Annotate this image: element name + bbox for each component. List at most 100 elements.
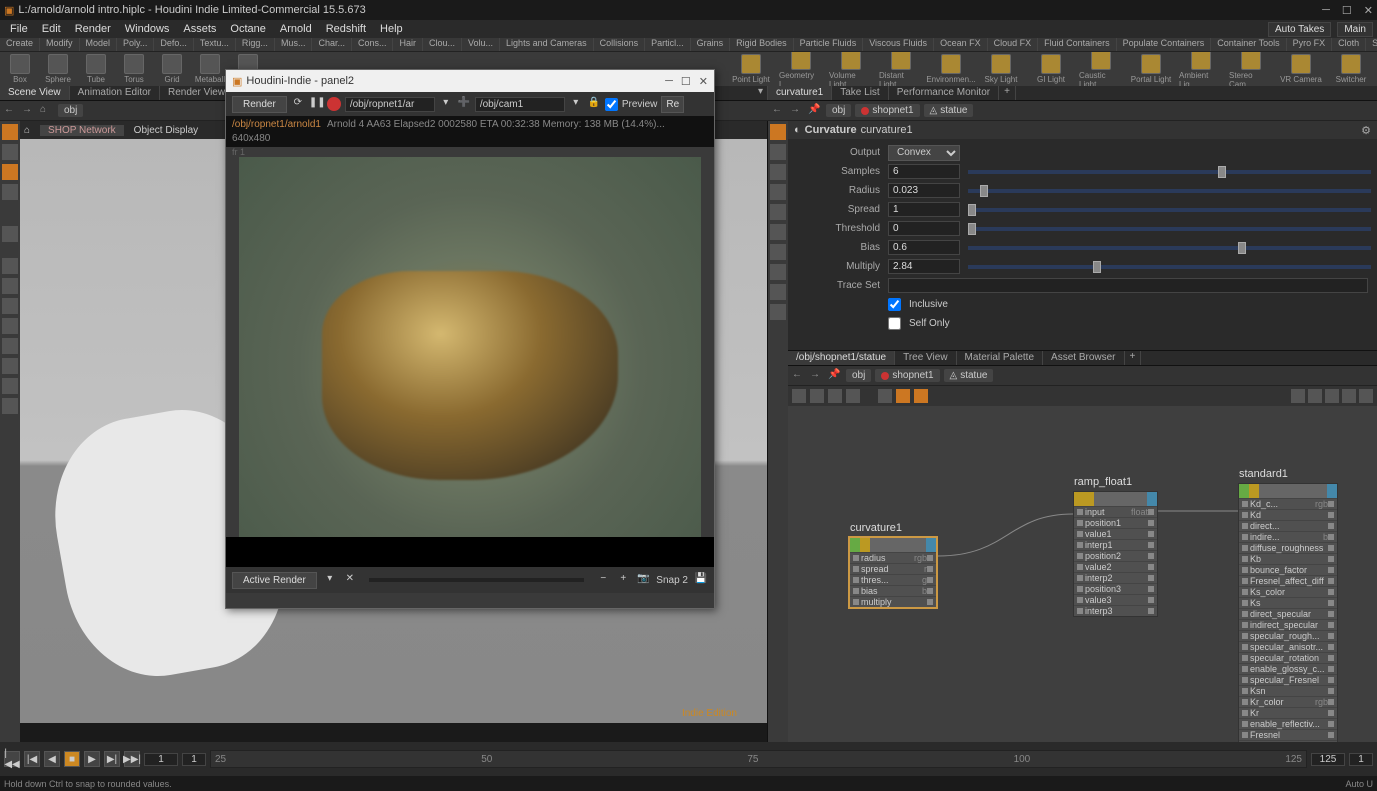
zoom-in-icon[interactable]: + bbox=[616, 573, 630, 587]
nav-fwd-icon[interactable]: → bbox=[790, 104, 804, 118]
node-param-row[interactable]: direct_specular bbox=[1239, 608, 1337, 619]
menu-arnold[interactable]: Arnold bbox=[274, 22, 318, 36]
shelf-light-tool[interactable]: Environmen... bbox=[929, 54, 973, 84]
shelf-tab[interactable]: Textu... bbox=[194, 38, 236, 51]
node-param-row[interactable]: interp2 bbox=[1074, 572, 1157, 583]
param-selfonly-checkbox[interactable] bbox=[888, 317, 901, 330]
close-render-icon[interactable]: ✕ bbox=[343, 573, 357, 587]
param-radius-slider[interactable] bbox=[968, 189, 1371, 193]
shelf-tool-box[interactable]: Box bbox=[4, 54, 36, 84]
node-param-row[interactable]: interp1 bbox=[1074, 539, 1157, 550]
nav-back-icon[interactable]: ← bbox=[772, 104, 786, 118]
shelf-tool-icon[interactable] bbox=[2, 358, 18, 374]
shelf-tab[interactable]: Rigg... bbox=[236, 38, 275, 51]
shelf-light-tool[interactable]: Point Light bbox=[729, 54, 773, 84]
pin-icon[interactable]: 📌 bbox=[828, 369, 842, 383]
node-ramp-float[interactable]: ramp_float1 inputfloatposition1value1int… bbox=[1073, 491, 1158, 617]
node-param-row[interactable]: specular_anisotr... bbox=[1239, 641, 1337, 652]
close-icon[interactable]: ✕ bbox=[699, 75, 708, 88]
node-param-row[interactable]: Kr_colorrgb bbox=[1239, 696, 1337, 707]
pin-icon[interactable]: 📌 bbox=[808, 104, 822, 118]
camera-path-input[interactable] bbox=[475, 97, 565, 112]
pane-controls-icon[interactable]: ▾ bbox=[754, 86, 768, 100]
display-option-icon[interactable] bbox=[770, 164, 786, 180]
shelf-tool-tube[interactable]: Tube bbox=[80, 54, 112, 84]
shelf-tab[interactable]: Solid bbox=[1366, 38, 1377, 51]
node-param-row[interactable]: position3 bbox=[1074, 583, 1157, 594]
tab-render-view[interactable]: Render View bbox=[160, 86, 234, 100]
node-param-row[interactable]: value2 bbox=[1074, 561, 1157, 572]
net-grid-icon[interactable] bbox=[828, 389, 842, 403]
param-radius-input[interactable] bbox=[888, 183, 960, 198]
node-param-row[interactable]: value3 bbox=[1074, 594, 1157, 605]
shelf-tool-icon[interactable] bbox=[2, 278, 18, 294]
take-main-button[interactable]: Main bbox=[1337, 22, 1373, 37]
menu-file[interactable]: File bbox=[4, 22, 34, 36]
display-option-icon[interactable] bbox=[770, 224, 786, 240]
shelf-tool-icon[interactable] bbox=[2, 164, 18, 180]
nav-house-icon[interactable]: ⌂ bbox=[40, 104, 54, 118]
menu-edit[interactable]: Edit bbox=[36, 22, 67, 36]
dropdown-icon[interactable]: ▾ bbox=[569, 97, 583, 111]
first-frame-icon[interactable]: |◀◀ bbox=[4, 751, 20, 767]
shelf-tab[interactable]: Cloud FX bbox=[988, 38, 1039, 51]
shelf-light-tool[interactable]: Switcher bbox=[1329, 54, 1373, 84]
shelf-light-tool[interactable]: Sky Light bbox=[979, 54, 1023, 84]
shelf-tab[interactable]: Clou... bbox=[423, 38, 462, 51]
param-output-select[interactable]: Convex bbox=[888, 145, 960, 161]
shelf-light-tool[interactable]: GI Light bbox=[1029, 54, 1073, 84]
shelf-tool-icon[interactable] bbox=[2, 144, 18, 160]
node-param-row[interactable]: Ks bbox=[1239, 597, 1337, 608]
shelf-tab[interactable]: Model bbox=[80, 38, 118, 51]
shelf-tool-icon[interactable] bbox=[2, 338, 18, 354]
shelf-tab[interactable]: Lights and Cameras bbox=[500, 38, 594, 51]
shelf-tab[interactable]: Rigid Bodies bbox=[730, 38, 794, 51]
shelf-tab[interactable]: Pyro FX bbox=[1287, 38, 1333, 51]
node-param-row[interactable]: specular_rotation bbox=[1239, 652, 1337, 663]
play-back-icon[interactable]: ◀ bbox=[44, 751, 60, 767]
shelf-tab[interactable]: Viscous Fluids bbox=[863, 38, 934, 51]
node-param-row[interactable]: Kd_c...rgb bbox=[1239, 498, 1337, 509]
param-bias-slider[interactable] bbox=[968, 246, 1371, 250]
display-option-icon[interactable] bbox=[770, 264, 786, 280]
shelf-tool-grid[interactable]: Grid bbox=[156, 54, 188, 84]
tab-network-path[interactable]: /obj/shopnet1/statue bbox=[788, 351, 895, 365]
shelf-tab[interactable]: Grains bbox=[691, 38, 731, 51]
param-traceset-input[interactable] bbox=[888, 278, 1368, 293]
node-param-row[interactable]: Ks_color bbox=[1239, 586, 1337, 597]
tab-curvature[interactable]: curvature1 bbox=[768, 86, 832, 100]
shelf-light-tool[interactable]: VR Camera bbox=[1279, 54, 1323, 84]
close-icon[interactable]: ✕ bbox=[1364, 4, 1373, 17]
net-opt-icon[interactable] bbox=[1342, 389, 1356, 403]
shelf-tool-icon[interactable] bbox=[2, 258, 18, 274]
menu-help[interactable]: Help bbox=[374, 22, 409, 36]
refresh-icon[interactable]: ⟳ bbox=[291, 97, 305, 111]
net-sticky-icon[interactable] bbox=[896, 389, 910, 403]
shelf-tool-sphere[interactable]: Sphere bbox=[42, 54, 74, 84]
param-samples-input[interactable] bbox=[888, 164, 960, 179]
end-frame-input[interactable] bbox=[1311, 753, 1345, 766]
node-param-row[interactable]: specular_Fresnel bbox=[1239, 674, 1337, 685]
shelf-tool-metaball[interactable]: Metaball bbox=[194, 54, 226, 84]
node-param-row[interactable]: Fresnel bbox=[1239, 729, 1337, 740]
shelf-tool-icon[interactable] bbox=[2, 298, 18, 314]
magnet-icon[interactable] bbox=[2, 378, 18, 394]
shelf-select-icon[interactable] bbox=[2, 124, 18, 140]
rop-path-input[interactable] bbox=[345, 97, 435, 112]
shelf-tab[interactable]: Defo... bbox=[154, 38, 194, 51]
param-multiply-slider[interactable] bbox=[968, 265, 1371, 269]
net-list-icon[interactable] bbox=[792, 389, 806, 403]
node-param-row[interactable]: diffuse_roughness bbox=[1239, 542, 1337, 553]
minimize-icon[interactable]: ─ bbox=[1322, 4, 1330, 17]
tab-asset-browser[interactable]: Asset Browser bbox=[1043, 351, 1124, 365]
shelf-tab[interactable]: Modify bbox=[40, 38, 80, 51]
shelf-tool-icon[interactable] bbox=[2, 184, 18, 200]
shelf-tab[interactable]: Particle Fluids bbox=[794, 38, 864, 51]
network-canvas[interactable]: curvature1 radiusrgbspreadrthres...gbias… bbox=[788, 406, 1377, 742]
shelf-tool-icon[interactable] bbox=[2, 398, 18, 414]
render-image[interactable] bbox=[239, 157, 701, 537]
lock-icon[interactable]: 🔒 bbox=[587, 97, 601, 111]
display-option-icon[interactable] bbox=[770, 304, 786, 320]
stop-icon[interactable]: ■ bbox=[64, 751, 80, 767]
node-param-row[interactable]: enable_glossy_c... bbox=[1239, 663, 1337, 674]
